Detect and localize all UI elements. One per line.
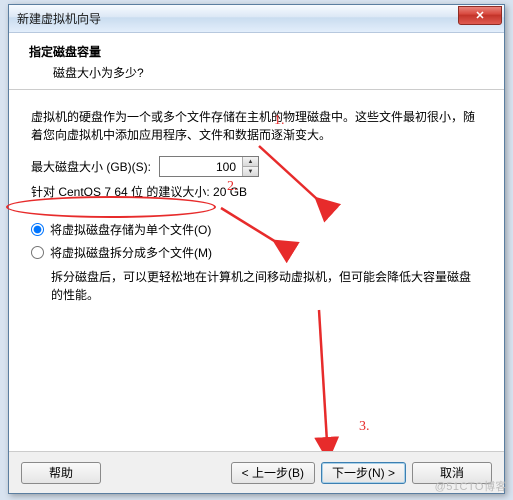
disk-size-row: 最大磁盘大小 (GB)(S): ▲ ▼ — [31, 156, 482, 177]
close-button[interactable]: ✕ — [458, 6, 502, 25]
titlebar: 新建虚拟机向导 ✕ — [9, 5, 504, 33]
spinner-down-icon[interactable]: ▼ — [243, 167, 258, 176]
next-button[interactable]: 下一步(N) > — [321, 462, 406, 484]
split-note: 拆分磁盘后，可以更轻松地在计算机之间移动虚拟机，但可能会降低大容量磁盘的性能。 — [31, 264, 482, 304]
anno-3-label: 3. — [359, 419, 370, 434]
help-button[interactable]: 帮助 — [21, 462, 101, 484]
wizard-body: 虚拟机的硬盘作为一个或多个文件存储在主机的物理磁盘中。这些文件最初很小，随着您向… — [9, 90, 504, 478]
page-title: 指定磁盘容量 — [29, 43, 484, 60]
back-button[interactable]: < 上一步(B) — [231, 462, 315, 484]
wizard-header: 指定磁盘容量 磁盘大小为多少? — [9, 33, 504, 90]
wizard-window: 新建虚拟机向导 ✕ 指定磁盘容量 磁盘大小为多少? 虚拟机的硬盘作为一个或多个文… — [8, 4, 505, 494]
disk-size-spinner[interactable]: ▲ ▼ — [159, 156, 259, 177]
option-split-files[interactable]: 将虚拟磁盘拆分成多个文件(M) — [31, 241, 482, 264]
radio-split-files[interactable] — [31, 246, 44, 259]
radio-single-file[interactable] — [31, 223, 44, 236]
disk-size-recommendation: 针对 CentOS 7 64 位 的建议大小: 20 GB — [31, 183, 482, 200]
radio-split-label: 将虚拟磁盘拆分成多个文件(M) — [50, 244, 212, 261]
spinner-buttons: ▲ ▼ — [242, 157, 258, 176]
radio-single-label: 将虚拟磁盘存储为单个文件(O) — [50, 221, 211, 238]
window-title: 新建虚拟机向导 — [17, 10, 458, 27]
watermark: @51CTO博客 — [435, 478, 507, 494]
close-icon: ✕ — [475, 9, 484, 22]
disk-size-label: 最大磁盘大小 (GB)(S): — [31, 158, 151, 175]
wizard-footer: 帮助 < 上一步(B) 下一步(N) > 取消 — [9, 451, 504, 493]
page-question: 磁盘大小为多少? — [29, 64, 484, 81]
disk-size-input[interactable] — [160, 157, 242, 176]
option-single-file[interactable]: 将虚拟磁盘存储为单个文件(O) — [31, 218, 482, 241]
intro-text: 虚拟机的硬盘作为一个或多个文件存储在主机的物理磁盘中。这些文件最初很小，随着您向… — [31, 108, 482, 144]
spinner-up-icon[interactable]: ▲ — [243, 157, 258, 167]
